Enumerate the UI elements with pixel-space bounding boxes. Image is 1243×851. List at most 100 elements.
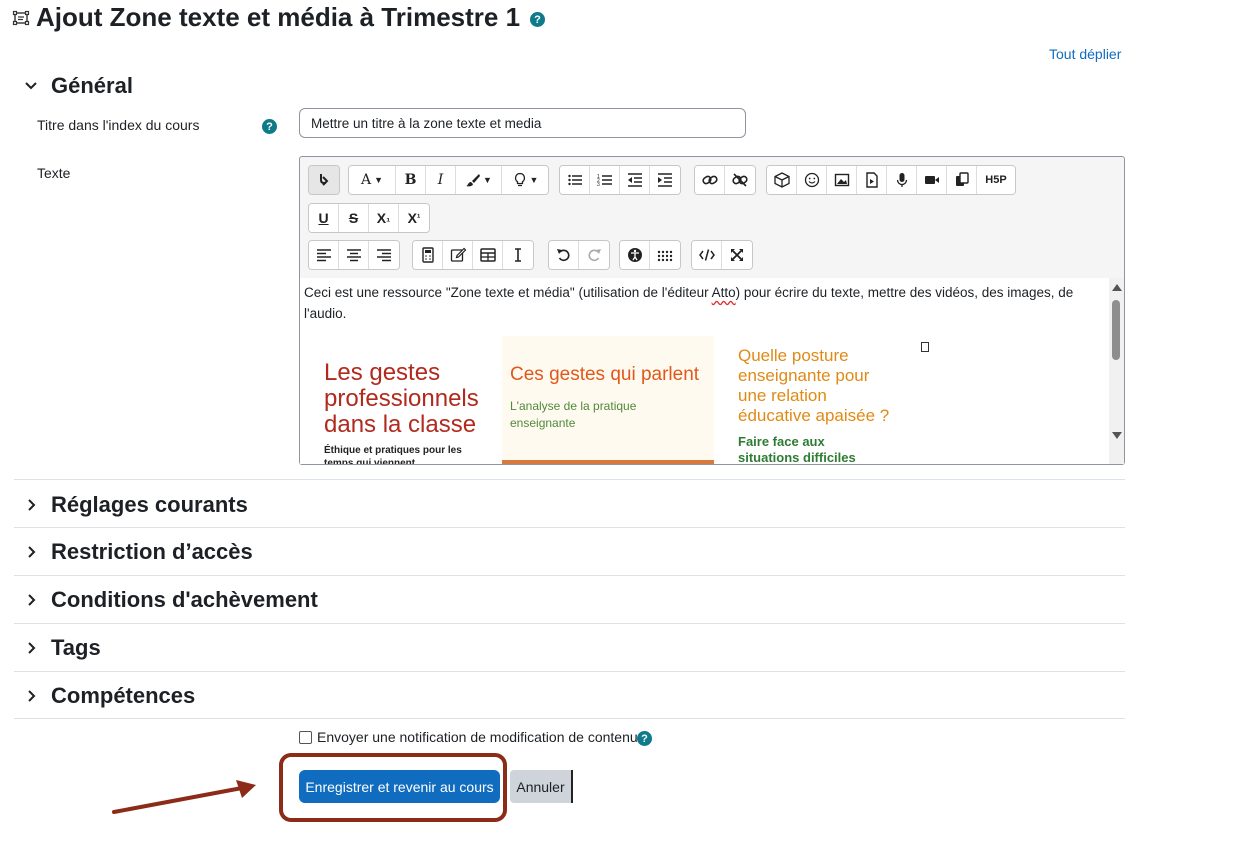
toolbar-group-align — [308, 240, 400, 270]
superscript-button[interactable]: X¹ — [399, 204, 429, 232]
bold-label: B — [404, 172, 417, 188]
h5p-label: H5P — [985, 174, 1007, 186]
indent-button[interactable] — [650, 166, 680, 194]
clear-format-button[interactable] — [503, 241, 533, 269]
divider — [14, 575, 1125, 576]
redo-icon — [588, 249, 601, 262]
html-source-button[interactable] — [692, 241, 722, 269]
scroll-thumb[interactable] — [1112, 300, 1120, 360]
toolbar-group-style: A ▼ B I ▼ ▼ — [348, 165, 549, 195]
align-center-button[interactable] — [339, 241, 369, 269]
fullscreen-button[interactable] — [722, 241, 752, 269]
brush-icon — [466, 174, 481, 187]
arrow-icon — [112, 780, 256, 814]
section-toggle-competencies[interactable]: Compétences — [22, 683, 195, 709]
box-icon — [773, 172, 790, 188]
h5p-button[interactable]: H5P — [977, 166, 1015, 194]
font-color-button[interactable]: ▼ — [456, 166, 502, 194]
section-title: Réglages courants — [51, 492, 248, 517]
toolbar-group-history — [548, 240, 610, 270]
underline-button[interactable]: U — [309, 204, 339, 232]
emoji-button[interactable] — [797, 166, 827, 194]
screen-reader-button[interactable] — [650, 241, 680, 269]
help-icon[interactable]: ? — [637, 731, 652, 746]
lightbulb-icon — [514, 172, 525, 187]
section-general-toggle[interactable]: Général — [22, 73, 133, 99]
cancel-button[interactable]: Annuler — [510, 770, 573, 803]
bullet-list-button[interactable] — [560, 166, 590, 194]
book-cover-2-subtitle: L'analyse de la pratique enseignante — [510, 399, 637, 430]
subscript-button[interactable]: X₁ — [369, 204, 399, 232]
section-toggle-tags[interactable]: Tags — [22, 635, 101, 661]
editor-misspelled-word: Atto — [711, 285, 736, 300]
book-cover-3-subtitle: Faire face aux situations difficiles — [738, 434, 856, 464]
svg-text:3: 3 — [597, 182, 600, 188]
chevron-right-icon — [28, 690, 36, 702]
toolbar-group-lists: 123 — [559, 165, 681, 195]
record-video-button[interactable] — [917, 166, 947, 194]
italic-label: I — [437, 172, 444, 188]
book-cover-2-band — [502, 460, 714, 464]
manage-files-button[interactable] — [947, 166, 977, 194]
image-icon — [834, 173, 849, 187]
notify-label: Envoyer une notification de modification… — [317, 729, 638, 745]
toolbar-group-source — [691, 240, 753, 270]
undo-button[interactable] — [549, 241, 579, 269]
numbered-list-icon: 123 — [597, 174, 612, 188]
table-icon — [479, 248, 496, 262]
table-button[interactable] — [473, 241, 503, 269]
align-left-button[interactable] — [309, 241, 339, 269]
align-left-icon — [316, 249, 331, 262]
book-cover-2-title: Ces gestes qui parlent — [510, 364, 700, 385]
chevron-right-icon — [28, 546, 36, 558]
chevron-down-icon — [25, 82, 37, 90]
help-icon[interactable]: ? — [262, 119, 277, 134]
calculator-icon — [421, 247, 434, 263]
numbered-list-button[interactable]: 123 — [590, 166, 620, 194]
notify-checkbox[interactable] — [299, 731, 312, 744]
chevron-right-icon — [28, 642, 36, 654]
bold-button[interactable]: B — [396, 166, 426, 194]
name-input[interactable] — [299, 108, 746, 138]
highlight-button[interactable]: ▼ — [502, 166, 548, 194]
content-bank-button[interactable] — [767, 166, 797, 194]
name-label: Titre dans l'index du cours — [37, 117, 200, 133]
equation-button[interactable] — [413, 241, 443, 269]
section-toggle-settings[interactable]: Réglages courants — [22, 492, 248, 518]
image-button[interactable] — [827, 166, 857, 194]
section-title: Conditions d'achèvement — [51, 587, 318, 612]
text-label: Texte — [37, 165, 71, 181]
superscript-base: X — [407, 210, 417, 226]
section-title: Restriction d’accès — [51, 539, 253, 564]
show-more-buttons[interactable] — [309, 166, 339, 194]
scroll-down-arrow[interactable] — [1112, 432, 1122, 439]
section-toggle-restrictions[interactable]: Restriction d’accès — [22, 539, 253, 565]
book-cover-1-title: Les gestes professionnels dans la classe — [324, 359, 479, 438]
accessibility-icon — [627, 248, 642, 262]
copy-icon — [955, 172, 969, 186]
image-resize-handle[interactable] — [921, 342, 929, 352]
section-toggle-completion[interactable]: Conditions d'achèvement — [22, 587, 318, 613]
edit-button[interactable] — [443, 241, 473, 269]
editor-content[interactable]: Ceci est une ressource "Zone texte et mé… — [300, 278, 1109, 464]
strike-button[interactable]: S — [339, 204, 369, 232]
strike-label: S — [348, 210, 359, 226]
expand-all-link[interactable]: Tout déplier — [1049, 46, 1121, 62]
italic-button[interactable]: I — [426, 166, 456, 194]
record-audio-button[interactable] — [887, 166, 917, 194]
book-cover-3: Quelle posture enseignante pour une rela… — [716, 336, 916, 464]
outdent-icon — [627, 173, 642, 187]
unlink-button[interactable] — [725, 166, 755, 194]
link-button[interactable] — [695, 166, 725, 194]
media-button[interactable] — [857, 166, 887, 194]
accessibility-checker-button[interactable] — [620, 241, 650, 269]
font-style-label: A — [360, 172, 372, 188]
outdent-button[interactable] — [620, 166, 650, 194]
align-right-button[interactable] — [369, 241, 399, 269]
editor-scrollbar[interactable] — [1109, 278, 1124, 464]
section-title: Compétences — [51, 683, 196, 708]
font-style-button[interactable]: A ▼ — [349, 166, 396, 194]
scroll-up-arrow[interactable] — [1112, 284, 1122, 291]
help-icon[interactable]: ? — [530, 12, 546, 27]
redo-button[interactable] — [579, 241, 609, 269]
